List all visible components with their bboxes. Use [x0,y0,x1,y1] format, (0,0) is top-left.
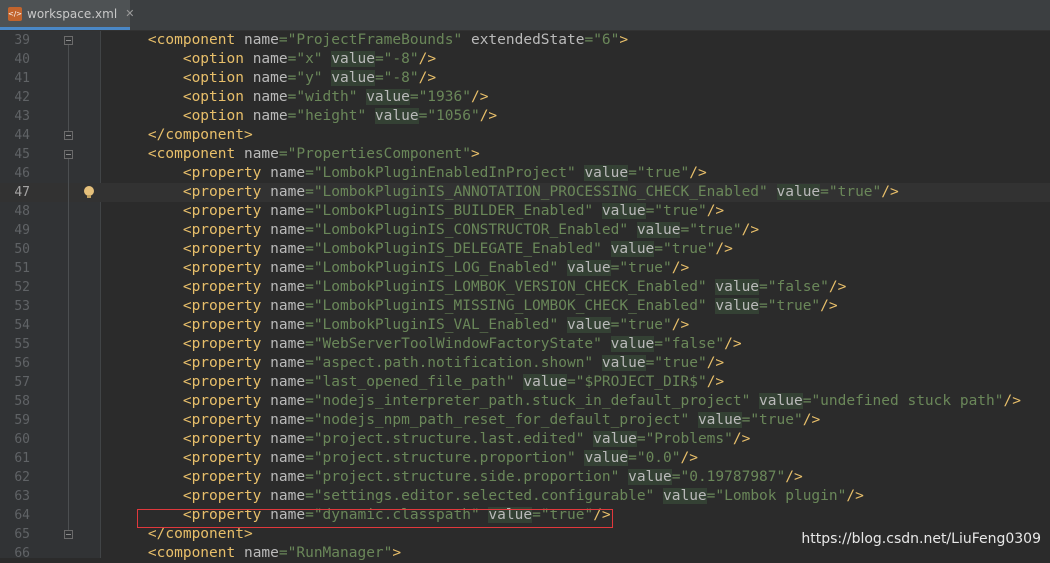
code-text: <property name="project.structure.propor… [182,450,698,466]
code-text: <property name="LombokPluginIS_VAL_Enabl… [182,317,690,333]
code-text: <property name="LombokPluginIS_LOG_Enabl… [182,260,690,276]
line-number: 49 [14,223,30,238]
line-number: 50 [14,242,30,257]
code-text: <property name="project.structure.last.e… [182,431,751,447]
line-number: 42 [14,90,30,105]
fold-marker-icon[interactable] [64,131,73,140]
code-text: <component name="RunManager"> [147,545,402,561]
line-number: 66 [14,546,30,561]
line-number: 57 [14,375,30,390]
code-line-51[interactable]: 51 <property name="LombokPluginIS_LOG_En… [0,259,1050,278]
code-text: <option name="y" value="-8"/> [182,70,437,86]
line-number: 60 [14,432,30,447]
code-line-62[interactable]: 62 <property name="project.structure.sid… [0,468,1050,487]
code-line-41[interactable]: 41 <option name="y" value="-8"/> [0,69,1050,88]
code-line-40[interactable]: 40 <option name="x" value="-8"/> [0,50,1050,69]
code-text: <option name="width" value="1936"/> [182,89,489,105]
code-line-46[interactable]: 46 <property name="LombokPluginEnabledIn… [0,164,1050,183]
code-line-39[interactable]: 39 <component name="ProjectFrameBounds" … [0,31,1050,50]
fold-guide [68,45,69,131]
line-number: 53 [14,299,30,314]
line-number: 47 [14,185,30,200]
code-line-49[interactable]: 49 <property name="LombokPluginIS_CONSTR… [0,221,1050,240]
close-icon[interactable]: ✕ [125,7,134,20]
tab-title: workspace.xml [27,6,118,21]
code-line-44[interactable]: 44 </component> [0,126,1050,145]
line-number: 52 [14,280,30,295]
code-text: <property name="nodejs_npm_path_reset_fo… [182,412,821,428]
code-line-47[interactable]: 47 <property name="LombokPluginIS_ANNOTA… [0,183,1050,202]
fold-marker-icon[interactable] [64,150,73,159]
code-line-61[interactable]: 61 <property name="project.structure.pro… [0,449,1050,468]
code-text: </component> [147,127,253,143]
code-text: <component name="PropertiesComponent"> [147,146,480,162]
code-line-42[interactable]: 42 <option name="width" value="1936"/> [0,88,1050,107]
code-text: <property name="settings.editor.selected… [182,488,864,504]
line-number: 44 [14,128,30,143]
editor-tab-bar: </> workspace.xml ✕ [0,0,1050,31]
code-text: <property name="last_opened_file_path" v… [182,374,725,390]
code-text: <option name="height" value="1056"/> [182,108,498,124]
code-text: <component name="ProjectFrameBounds" ext… [147,32,629,48]
line-number: 41 [14,71,30,86]
line-number: 39 [14,33,30,48]
line-number: 54 [14,318,30,333]
line-number: 55 [14,337,30,352]
code-line-54[interactable]: 54 <property name="LombokPluginIS_VAL_En… [0,316,1050,335]
code-line-56[interactable]: 56 <property name="aspect.path.notificat… [0,354,1050,373]
intention-bulb-icon[interactable] [84,186,94,198]
line-number: 61 [14,451,30,466]
xml-file-icon: </> [8,6,22,21]
code-line-60[interactable]: 60 <property name="project.structure.las… [0,430,1050,449]
line-number: 59 [14,413,30,428]
fold-guide [68,159,69,530]
code-text: <property name="LombokPluginIS_ANNOTATIO… [182,184,899,200]
line-number: 48 [14,204,30,219]
line-number: 46 [14,166,30,181]
highlight-annotation-box [137,509,613,528]
code-text: <property name="LombokPluginIS_DELEGATE_… [182,241,733,257]
code-text: <property name="aspect.path.notification… [182,355,725,371]
line-number: 62 [14,470,30,485]
code-text: <property name="WebServerToolWindowFacto… [182,336,742,352]
code-line-58[interactable]: 58 <property name="nodejs_interpreter_pa… [0,392,1050,411]
code-text: <property name="LombokPluginIS_BUILDER_E… [182,203,725,219]
code-line-57[interactable]: 57 <property name="last_opened_file_path… [0,373,1050,392]
code-line-48[interactable]: 48 <property name="LombokPluginIS_BUILDE… [0,202,1050,221]
code-text: <property name="LombokPluginEnabledInPro… [182,165,707,181]
line-number: 64 [14,508,30,523]
code-line-52[interactable]: 52 <property name="LombokPluginIS_LOMBOK… [0,278,1050,297]
code-line-45[interactable]: 45 <component name="PropertiesComponent"… [0,145,1050,164]
code-line-59[interactable]: 59 <property name="nodejs_npm_path_reset… [0,411,1050,430]
fold-marker-icon[interactable] [64,36,73,45]
code-text: <option name="x" value="-8"/> [182,51,437,67]
fold-marker-icon[interactable] [64,530,73,539]
line-number: 51 [14,261,30,276]
code-text: <property name="LombokPluginIS_CONSTRUCT… [182,222,760,238]
line-number: 58 [14,394,30,409]
code-line-50[interactable]: 50 <property name="LombokPluginIS_DELEGA… [0,240,1050,259]
code-line-53[interactable]: 53 <property name="LombokPluginIS_MISSIN… [0,297,1050,316]
code-text: <property name="LombokPluginIS_LOMBOK_VE… [182,279,847,295]
code-text: <property name="project.structure.side.p… [182,469,803,485]
code-text: <property name="nodejs_interpreter_path.… [182,393,1021,409]
line-number: 63 [14,489,30,504]
code-text: <property name="LombokPluginIS_MISSING_L… [182,298,838,314]
code-line-43[interactable]: 43 <option name="height" value="1056"/> [0,107,1050,126]
code-line-55[interactable]: 55 <property name="WebServerToolWindowFa… [0,335,1050,354]
code-line-63[interactable]: 63 <property name="settings.editor.selec… [0,487,1050,506]
line-number: 45 [14,147,30,162]
line-number: 56 [14,356,30,371]
line-number: 40 [14,52,30,67]
watermark: https://blog.csdn.net/LiuFeng0309 [801,531,1041,547]
line-number: 65 [14,527,30,542]
line-number: 43 [14,109,30,124]
tab-workspace-xml[interactable]: </> workspace.xml ✕ [0,0,134,30]
